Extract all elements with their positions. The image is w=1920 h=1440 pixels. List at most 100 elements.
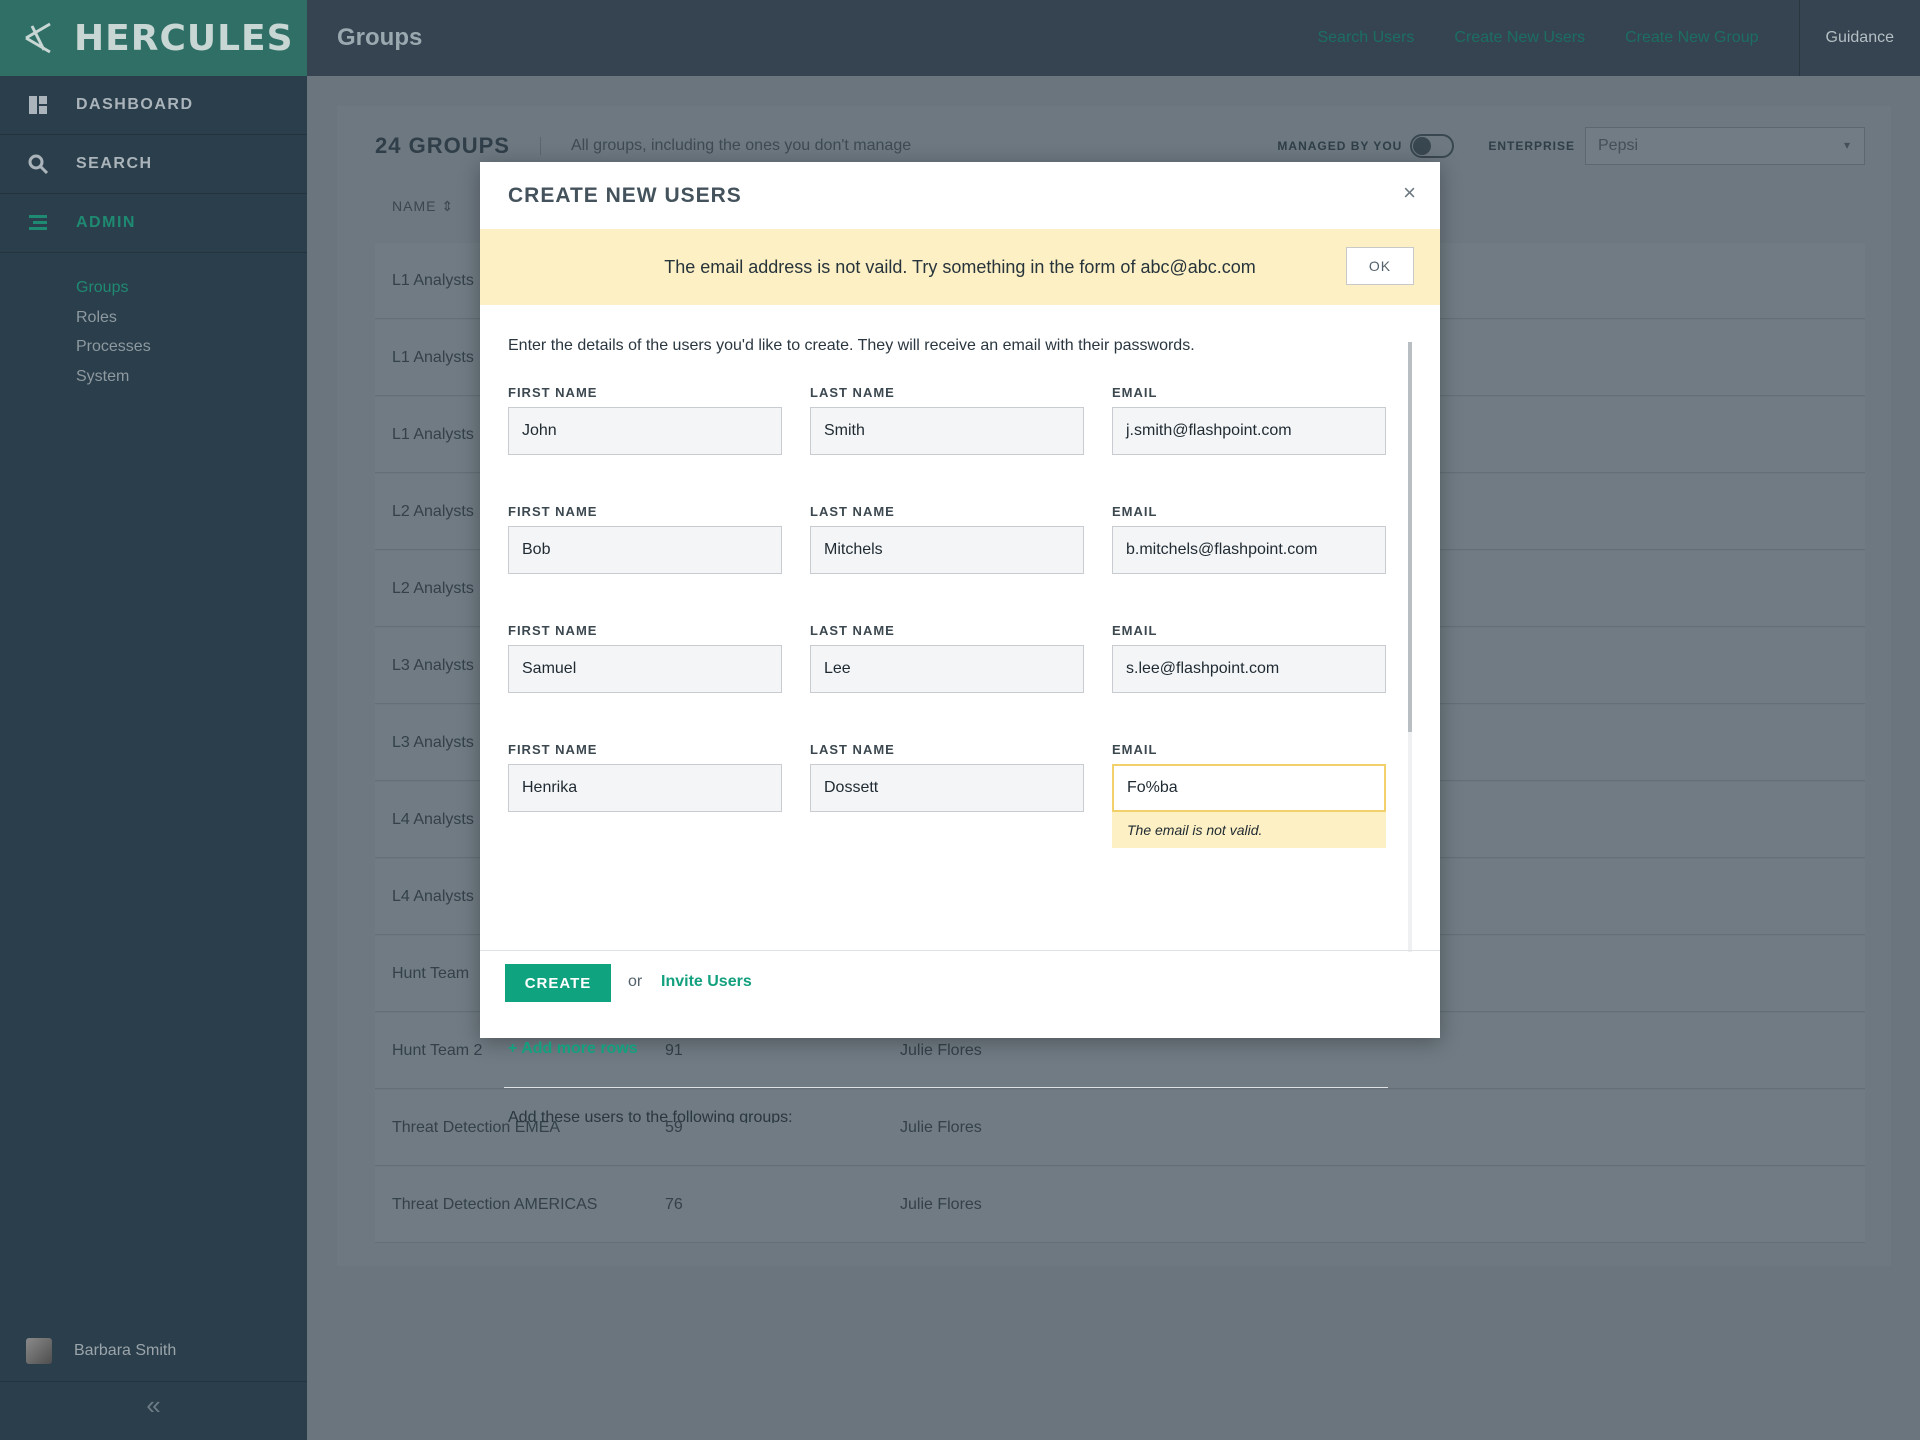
email-field[interactable]: s.lee@flashpoint.com [1112, 645, 1386, 693]
group-name: Hunt Team [392, 964, 470, 982]
group-name: L3 Analysts [392, 656, 474, 674]
group-owner: Julie Flores [900, 1195, 982, 1213]
field-label: FIRST NAME [508, 623, 598, 638]
subnav-system[interactable]: System [76, 362, 307, 392]
email-error-message: The email is not valid. [1112, 812, 1386, 848]
table-row[interactable]: Threat Detection EMEA 59 Julie Flores [375, 1090, 1865, 1166]
group-name: L4 Analysts [392, 887, 474, 905]
managed-toggle[interactable] [1410, 134, 1455, 158]
divider [504, 1087, 1388, 1088]
enterprise-value: Pepsi [1598, 137, 1639, 154]
field-label: FIRST NAME [508, 742, 598, 757]
last-name-group: LAST NAME Dossett [810, 742, 1084, 812]
avatar [26, 1337, 52, 1364]
last-name-field[interactable]: Mitchels [810, 526, 1084, 574]
panel-description: All groups, including the ones you don't… [539, 137, 911, 155]
last-name-field[interactable]: Lee [810, 645, 1084, 693]
user-name: Barbara Smith [74, 1341, 177, 1359]
app-name: HERCULES [74, 17, 294, 59]
last-name-group: LAST NAME Lee [810, 623, 1084, 693]
error-alert: The email address is not vaild. Try some… [480, 229, 1440, 305]
group-count: 24 GROUPS [375, 133, 510, 158]
chevron-down-icon: ▾ [1843, 138, 1850, 152]
last-name-field[interactable]: Smith [810, 407, 1084, 455]
first-name-field[interactable]: Henrika [508, 764, 782, 812]
guidance-link[interactable]: Guidance [1798, 0, 1920, 76]
dashboard-icon [28, 95, 48, 115]
field-label: LAST NAME [810, 623, 895, 638]
nav-search[interactable]: SEARCH [0, 135, 307, 194]
close-icon[interactable]: × [1403, 180, 1416, 206]
top-links: Search Users Create New Users Create New… [1277, 0, 1920, 76]
last-name-field[interactable]: Dossett [810, 764, 1084, 812]
group-name: Hunt Team 2 [392, 1041, 483, 1059]
group-name: L2 Analysts [392, 502, 474, 520]
panel-header: 24 GROUPS All groups, including the ones… [375, 126, 1865, 166]
create-new-users-link[interactable]: Create New Users [1454, 29, 1585, 47]
table-row[interactable]: Threat Detection AMERICAS 76 Julie Flores [375, 1167, 1865, 1243]
add-more-rows-link[interactable]: + Add more rows [508, 1040, 638, 1058]
group-owner: Julie Flores [900, 1041, 982, 1059]
group-name: L1 Analysts [392, 425, 474, 443]
sidebar: HERCULES DASHBOARD SEARCH ADMIN Groups R… [0, 0, 307, 1440]
create-button[interactable]: CREATE [505, 964, 611, 1002]
first-name-field[interactable]: John [508, 407, 782, 455]
group-member-count: 91 [665, 1041, 683, 1059]
group-name: L3 Analysts [392, 733, 474, 751]
enterprise-label: ENTERPRISE [1488, 139, 1575, 153]
first-name-field[interactable]: Bob [508, 526, 782, 574]
group-name: L1 Analysts [392, 271, 474, 289]
create-new-group-link[interactable]: Create New Group [1625, 29, 1758, 47]
alert-message: The email address is not vaild. Try some… [664, 256, 1256, 277]
field-label: LAST NAME [810, 385, 895, 400]
search-users-link[interactable]: Search Users [1317, 29, 1414, 47]
group-owner: Julie Flores [900, 1118, 982, 1136]
email-name-group: EMAIL j.smith@flashpoint.com [1112, 385, 1386, 455]
managed-label: MANAGED BY YOU [1277, 139, 1403, 153]
subnav-groups[interactable]: Groups [76, 273, 307, 303]
first-name-group: FIRST NAME John [508, 385, 782, 455]
modal-body: Enter the details of the users you'd lik… [504, 337, 1388, 1123]
first-name-group: FIRST NAME Samuel [508, 623, 782, 693]
logo[interactable]: HERCULES [0, 0, 307, 76]
intro-text: Enter the details of the users you'd lik… [508, 337, 1195, 354]
field-label: EMAIL [1112, 623, 1158, 638]
field-label: EMAIL [1112, 504, 1158, 519]
ok-button[interactable]: OK [1346, 247, 1414, 285]
sort-icon: ⇕ [441, 198, 455, 214]
nav-search-label: SEARCH [76, 155, 153, 172]
nav-admin-label: ADMIN [76, 214, 136, 231]
admin-subnav: Groups Roles Processes System [0, 253, 307, 391]
subnav-processes[interactable]: Processes [76, 332, 307, 362]
invite-users-link[interactable]: Invite Users [661, 973, 752, 991]
field-label: LAST NAME [810, 504, 895, 519]
hercules-logo-icon [25, 22, 51, 54]
scrollbar-thumb[interactable] [1408, 342, 1412, 732]
group-name: L2 Analysts [392, 579, 474, 597]
nav-admin[interactable]: ADMIN [0, 194, 307, 253]
enterprise-select[interactable]: Pepsi ▾ [1585, 127, 1865, 165]
email-name-group: EMAIL b.mitchels@flashpoint.com [1112, 504, 1386, 574]
field-label: LAST NAME [810, 742, 895, 757]
group-name: L1 Analysts [392, 348, 474, 366]
first-name-group: FIRST NAME Henrika [508, 742, 782, 812]
email-field[interactable]: b.mitchels@flashpoint.com [1112, 526, 1386, 574]
group-member-count: 76 [665, 1195, 683, 1213]
nav-dashboard-label: DASHBOARD [76, 96, 194, 113]
user-menu[interactable]: Barbara Smith [0, 1320, 307, 1382]
email-field[interactable]: Fo%ba [1112, 764, 1386, 812]
email-field[interactable]: j.smith@flashpoint.com [1112, 407, 1386, 455]
name-column-header[interactable]: NAME ⇕ [392, 198, 454, 215]
collapse-sidebar-icon[interactable]: « [0, 1390, 307, 1421]
or-text: or [628, 973, 643, 990]
modal-footer: CREATE or Invite Users [480, 950, 1440, 1038]
subnav-roles[interactable]: Roles [76, 303, 307, 333]
last-name-group: LAST NAME Smith [810, 385, 1084, 455]
nav-dashboard[interactable]: DASHBOARD [0, 76, 307, 135]
field-label: FIRST NAME [508, 385, 598, 400]
first-name-field[interactable]: Samuel [508, 645, 782, 693]
modal-scrollbar[interactable] [1408, 342, 1412, 952]
top-bar: Groups Search Users Create New Users Cre… [307, 0, 1920, 76]
first-name-group: FIRST NAME Bob [508, 504, 782, 574]
name-column-label: NAME [392, 198, 437, 214]
